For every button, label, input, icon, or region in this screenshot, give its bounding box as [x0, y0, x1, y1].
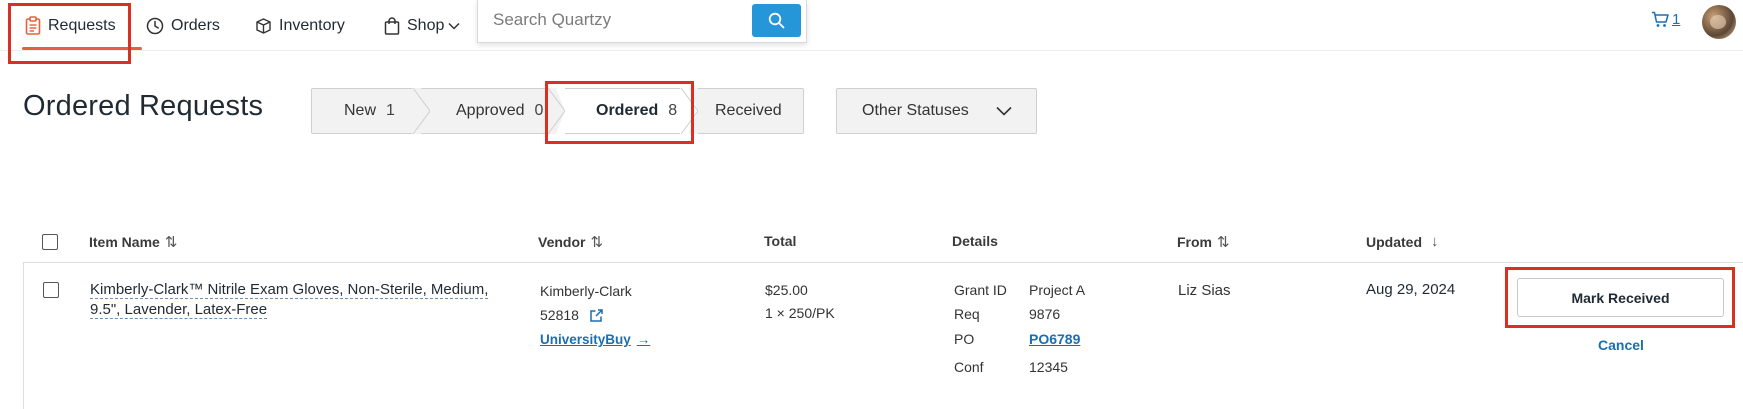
column-label: Item Name [89, 234, 160, 250]
clipboard-icon [25, 16, 41, 35]
nav-requests-label: Requests [48, 16, 116, 34]
active-tab-indicator [22, 47, 142, 50]
column-total: Total [764, 233, 796, 249]
arrow-right-icon: → [636, 332, 651, 347]
cart-count: 1 [1672, 11, 1681, 28]
row-checkbox[interactable] [43, 282, 59, 298]
column-label: Details [952, 233, 998, 249]
status-tab-count: 0 [534, 102, 544, 119]
detail-grant-label: Grant ID [954, 282, 1007, 298]
external-link-icon[interactable] [589, 308, 604, 323]
detail-conf-value: 12345 [1029, 359, 1068, 375]
pack-quantity: 1 × 250/PK [765, 305, 835, 321]
column-label: Vendor [538, 234, 586, 250]
status-tab-received[interactable]: Received [689, 88, 804, 134]
detail-req-value: 9876 [1029, 306, 1061, 322]
cart-button[interactable]: 1 [1651, 11, 1680, 28]
nav-orders-label: Orders [171, 16, 220, 34]
status-tab-ordered[interactable]: Ordered 8 [556, 88, 689, 134]
sort-icon: ⇅ [164, 234, 178, 251]
detail-po-link[interactable]: PO6789 [1029, 331, 1080, 347]
status-tab-new[interactable]: New 1 [311, 88, 421, 134]
table-row: Kimberly-Clark™ Nitrile Exam Gloves, Non… [23, 262, 1743, 409]
nav-requests[interactable]: Requests [22, 0, 142, 51]
nav-inventory-label: Inventory [279, 16, 345, 34]
status-tab-count: 1 [386, 102, 395, 119]
chevron-down-icon [448, 22, 460, 30]
nav-shop[interactable]: Shop [384, 0, 460, 51]
nav-inventory[interactable]: Inventory [255, 0, 345, 51]
status-tabs: New 1 Approved 0 Ordered 8 Received [311, 88, 804, 134]
user-avatar[interactable] [1702, 5, 1736, 39]
tab-separator [547, 88, 565, 134]
other-statuses-label: Other Statuses [862, 102, 969, 119]
search-button[interactable] [752, 4, 801, 37]
detail-po-label: PO [954, 331, 975, 347]
status-tab-approved[interactable]: Approved 0 [421, 88, 556, 134]
box-icon [256, 18, 271, 34]
cart-icon [1652, 11, 1669, 27]
search-icon [768, 12, 785, 29]
cancel-link[interactable]: Cancel [1598, 337, 1644, 353]
search-input[interactable] [493, 8, 728, 32]
sort-icon: ⇅ [1217, 234, 1230, 251]
vendor-code-text: 52818 [540, 307, 579, 323]
page-title: Ordered Requests [23, 90, 264, 122]
column-label: Total [764, 233, 797, 249]
status-tab-label: Received [715, 102, 782, 119]
column-details: Details [952, 233, 998, 249]
status-tab-label: New [344, 102, 377, 119]
detail-conf-label: Conf [954, 359, 984, 375]
detail-grant-value: Project A [1029, 282, 1086, 298]
tab-separator [680, 88, 698, 134]
status-tab-label: Approved [456, 102, 525, 119]
item-name-link[interactable]: Kimberly-Clark™ Nitrile Exam Gloves, Non… [90, 280, 510, 320]
column-label: From [1177, 234, 1212, 250]
column-vendor[interactable]: Vendor ⇅ [538, 233, 603, 251]
column-item-name[interactable]: Item Name ⇅ [89, 233, 177, 251]
vendor-catalog-number: 52818 [540, 307, 604, 323]
chevron-down-icon [996, 106, 1012, 116]
vendor-name: Kimberly-Clark [540, 283, 632, 299]
vendor-source-text: UniversityBuy [540, 332, 631, 347]
column-updated[interactable]: Updated ↓ [1366, 233, 1439, 250]
requested-by: Liz Sias [1178, 282, 1231, 299]
nav-shop-label: Shop [407, 16, 445, 34]
tab-separator [412, 88, 430, 134]
shopping-bag-icon [384, 16, 400, 35]
status-tab-label: Ordered [596, 102, 659, 119]
top-navigation: Requests Orders Inventory Shop Search Qu… [0, 0, 1743, 51]
other-statuses-dropdown[interactable]: Other Statuses [836, 88, 1037, 134]
table-header: Item Name ⇅ Vendor ⇅ Total Details From … [0, 228, 1743, 262]
column-label: Updated [1366, 233, 1422, 250]
sort-descending-icon: ↓ [1431, 233, 1439, 250]
detail-req-label: Req [954, 306, 980, 322]
column-from[interactable]: From ⇅ [1177, 233, 1230, 251]
item-name-text: Kimberly-Clark™ Nitrile Exam Gloves, Non… [90, 281, 489, 319]
total-price: $25.00 [765, 282, 808, 298]
select-all-checkbox[interactable] [42, 234, 58, 250]
mark-received-button[interactable]: Mark Received [1517, 278, 1724, 317]
updated-date: Aug 29, 2024 [1366, 281, 1456, 298]
sort-icon: ⇅ [590, 234, 604, 251]
vendor-source-link[interactable]: UniversityBuy → [540, 332, 650, 347]
search-box [477, 0, 807, 43]
status-tab-count: 8 [668, 102, 678, 119]
orders-clock-icon [146, 17, 164, 34]
nav-orders[interactable]: Orders [146, 0, 220, 51]
